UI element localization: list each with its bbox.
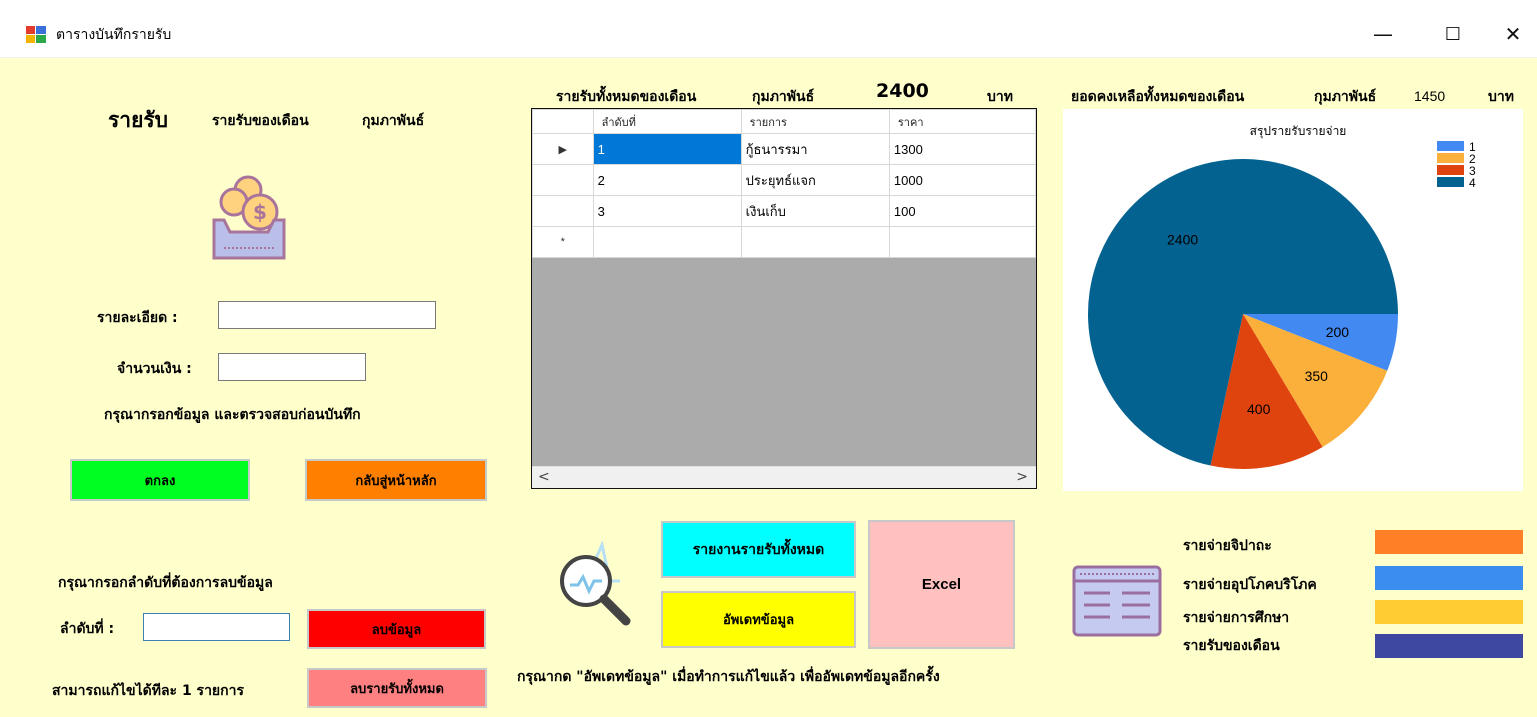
detail-input[interactable]	[218, 301, 436, 329]
table-row[interactable]: 2 ประยุทธ์แจก 1000	[532, 164, 1036, 196]
month-label: กุมภาพันธ์	[362, 113, 425, 129]
column-header-price[interactable]: ราคา	[888, 109, 1036, 134]
svg-text:$: $	[253, 200, 267, 224]
grid-table: ลำดับที่ รายการ ราคา ▶ 1 กู้ธนารรมา 1300…	[532, 109, 1036, 258]
magnifier-analytics-icon	[560, 540, 631, 626]
calendar-list-icon	[1072, 565, 1162, 637]
cell-price[interactable]	[888, 226, 1036, 258]
balance-unit: บาท	[1488, 89, 1514, 105]
maximize-button[interactable]: ☐	[1430, 14, 1476, 54]
cell-item[interactable]: เงินเก็บ	[740, 195, 890, 227]
income-total-value: 2400	[876, 80, 929, 102]
row-marker[interactable]	[532, 164, 594, 196]
key-swatch-income	[1375, 634, 1523, 658]
minimize-button[interactable]: —	[1360, 14, 1406, 54]
grid-header-row: ลำดับที่ รายการ ราคา	[532, 109, 1036, 134]
index-input[interactable]	[143, 613, 290, 641]
legend-swatch-3	[1437, 165, 1464, 175]
legend-swatch-1	[1437, 141, 1464, 151]
money-box-icon: $	[212, 175, 286, 260]
update-data-button[interactable]: อัพเดทข้อมูล	[661, 591, 856, 648]
table-row[interactable]: ▶ 1 กู้ธนารรมา 1300	[532, 133, 1036, 165]
pie-slice-value-label: 350	[1305, 368, 1329, 384]
row-marker[interactable]	[532, 195, 594, 227]
detail-label: รายละเอียด :	[97, 310, 178, 326]
amount-input[interactable]	[218, 353, 366, 381]
income-data-grid[interactable]: ลำดับที่ รายการ ราคา ▶ 1 กู้ธนารรมา 1300…	[531, 108, 1037, 489]
chart-title: สรุปรายรับรายจ่าย	[1250, 124, 1347, 139]
key-label-consumer: รายจ่ายอุปโภคบริโภค	[1183, 577, 1317, 593]
cell-item[interactable]: กู้ธนารรมา	[740, 133, 890, 165]
pie-slice-value-label: 2400	[1167, 231, 1198, 247]
table-row[interactable]: 3 เงินเก็บ 100	[532, 195, 1036, 227]
key-swatch-consumer	[1375, 566, 1523, 590]
income-unit: บาท	[987, 89, 1013, 105]
edit-note: สามารถแก้ไขได้ทีละ 1 รายการ	[52, 683, 244, 699]
key-label-education: รายจ่ายการศึกษา	[1183, 610, 1290, 626]
cell-index[interactable]: 2	[592, 164, 742, 196]
cell-price[interactable]: 100	[888, 195, 1036, 227]
income-heading: รายรับ	[108, 108, 168, 132]
index-label: ลำดับที่ :	[60, 621, 115, 637]
ok-button[interactable]: ตกลง	[70, 459, 250, 501]
cell-index[interactable]: 1	[592, 133, 742, 165]
new-row[interactable]: *	[532, 226, 1036, 258]
app-window-icon	[26, 26, 46, 43]
grid-corner	[532, 109, 594, 134]
delete-button[interactable]: ลบข้อมูล	[307, 609, 486, 649]
balance-month-label: กุมภาพันธ์	[1314, 89, 1377, 105]
amount-label: จำนวนเงิน :	[117, 361, 192, 377]
balance-total-label: ยอดคงเหลือทั้งหมดของเดือน	[1071, 89, 1245, 105]
export-excel-button[interactable]: Excel	[868, 520, 1015, 649]
key-swatch-education	[1375, 600, 1523, 624]
cell-item[interactable]	[740, 226, 890, 258]
new-row-marker[interactable]: *	[532, 226, 594, 258]
column-header-item[interactable]: รายการ	[740, 109, 890, 134]
key-label-misc: รายจ่ายจิปาถะ	[1183, 538, 1272, 554]
scroll-right-arrow[interactable]: >	[1016, 469, 1028, 485]
report-all-income-button[interactable]: รายงานรายรับทั้งหมด	[661, 521, 856, 578]
pie-slice-value-label: 200	[1326, 324, 1350, 340]
cell-index[interactable]: 3	[592, 195, 742, 227]
pie-chart: สรุปรายรับรายจ่าย 2003504002400 1234	[1088, 124, 1476, 469]
window-title: ตารางบันทึกรายรับ	[56, 27, 172, 43]
column-header-index[interactable]: ลำดับที่	[592, 109, 742, 134]
legend-label-4: 4	[1469, 176, 1476, 190]
scroll-left-arrow[interactable]: <	[538, 469, 550, 485]
cell-price[interactable]: 1000	[888, 164, 1036, 196]
horizontal-scrollbar[interactable]: < >	[532, 466, 1036, 488]
income-month-label: กุมภาพันธ์	[752, 89, 815, 105]
legend-swatch-4	[1437, 177, 1464, 187]
delete-prompt: กรุณากรอกลำดับที่ต้องการลบข้อมูล	[58, 575, 273, 591]
delete-all-income-button[interactable]: ลบรายรับทั้งหมด	[307, 668, 487, 708]
update-hint: กรุณากด "อัพเดทข้อมูล" เมื่อทำการแก้ไขแล…	[517, 669, 940, 685]
cell-item[interactable]: ประยุทธ์แจก	[740, 164, 890, 196]
input-notice: กรุณากรอกข้อมูล และตรวจสอบก่อนบันทึก	[104, 407, 361, 423]
back-to-main-button[interactable]: กลับสู่หน้าหลัก	[305, 459, 487, 501]
month-prefix-label: รายรับของเดือน	[212, 113, 309, 129]
cell-index[interactable]	[592, 226, 742, 258]
balance-total-value: 1450	[1414, 88, 1446, 104]
key-swatch-misc	[1375, 530, 1523, 554]
key-label-income: รายรับของเดือน	[1183, 638, 1280, 654]
close-button[interactable]: ✕	[1490, 14, 1536, 54]
legend-swatch-2	[1437, 153, 1464, 163]
pie-slice-value-label: 400	[1247, 401, 1271, 417]
pie-chart-panel: สรุปรายรับรายจ่าย 200 350 400 2400 1234	[1063, 109, 1523, 491]
row-marker[interactable]: ▶	[532, 133, 594, 165]
title-bar: ตารางบันทึกรายรับ — ☐ ✕	[0, 0, 1537, 58]
cell-price[interactable]: 1300	[888, 133, 1036, 165]
income-total-label: รายรับทั้งหมดของเดือน	[556, 89, 697, 105]
